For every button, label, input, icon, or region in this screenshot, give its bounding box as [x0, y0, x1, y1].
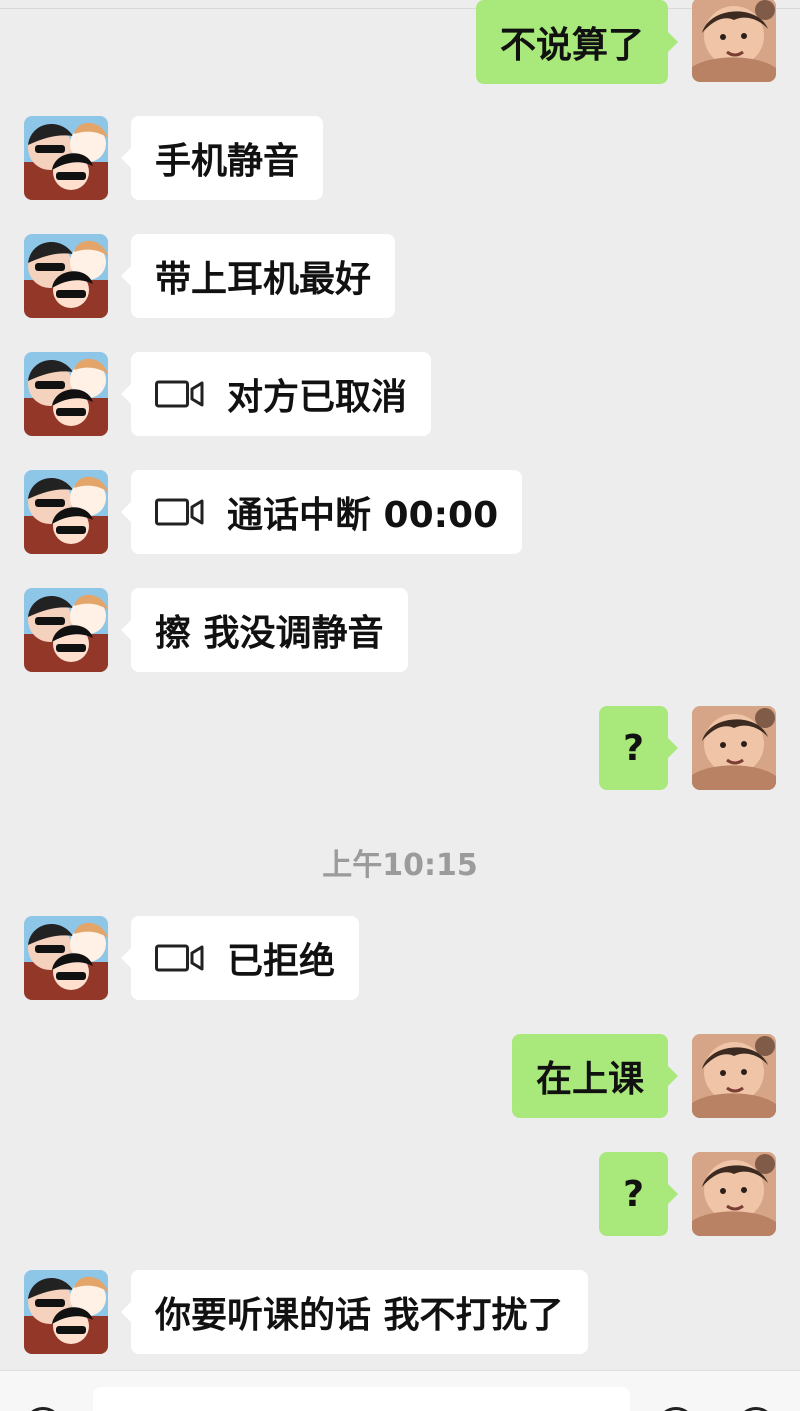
- timestamp-label: 上午10:15: [322, 848, 478, 883]
- message-row-outgoing: ?: [0, 706, 800, 790]
- outgoing-text-bubble[interactable]: ?: [599, 706, 678, 790]
- message-text: 通话中断 00:00: [227, 495, 499, 536]
- self-avatar-icon: [692, 0, 776, 82]
- incoming-text-bubble[interactable]: 手机静音: [120, 116, 324, 200]
- outgoing-text-bubble[interactable]: 在上课: [511, 1034, 679, 1118]
- contact-avatar-icon: [24, 234, 108, 318]
- chat-message-list[interactable]: 不说算了 手机静音 带上耳机最好 对方已取消 通话中断 00:00 擦 我没调静…: [0, 0, 800, 1370]
- self-avatar[interactable]: [692, 0, 776, 82]
- self-avatar-icon: [692, 706, 776, 790]
- message-text: 对方已取消: [227, 377, 408, 418]
- self-avatar[interactable]: [692, 1152, 776, 1236]
- message-row-incoming: 手机静音: [0, 116, 800, 200]
- video-camera-icon: [155, 944, 204, 972]
- contact-avatar-icon: [24, 116, 108, 200]
- contact-avatar[interactable]: [24, 352, 108, 436]
- video-call-bubble[interactable]: 通话中断 00:00: [120, 470, 523, 554]
- voice-icon[interactable]: [24, 1407, 62, 1411]
- message-text: 在上课: [535, 1059, 644, 1100]
- message-row-outgoing: 不说算了: [0, 0, 800, 84]
- self-avatar[interactable]: [692, 706, 776, 790]
- incoming-text-bubble[interactable]: 带上耳机最好: [120, 234, 396, 318]
- contact-avatar[interactable]: [24, 588, 108, 672]
- contact-avatar[interactable]: [24, 1270, 108, 1354]
- message-row-incoming-video: 已拒绝: [0, 916, 800, 1000]
- message-text: 带上耳机最好: [155, 259, 372, 300]
- message-text: 手机静音: [155, 141, 300, 182]
- contact-avatar-icon: [24, 588, 108, 672]
- plus-icon[interactable]: [737, 1407, 775, 1411]
- self-avatar[interactable]: [692, 1034, 776, 1118]
- message-row-outgoing: 在上课: [0, 1034, 800, 1118]
- message-text: 已拒绝: [227, 941, 336, 982]
- message-row-incoming: 擦 我没调静音: [0, 588, 800, 672]
- contact-avatar-icon: [24, 1270, 108, 1354]
- emoji-icon[interactable]: [657, 1407, 695, 1411]
- contact-avatar[interactable]: [24, 916, 108, 1000]
- video-call-bubble[interactable]: 对方已取消: [120, 352, 432, 436]
- message-text: 擦 我没调静音: [155, 613, 384, 654]
- message-text: ?: [623, 1173, 644, 1215]
- self-avatar-icon: [692, 1152, 776, 1236]
- outgoing-text-bubble[interactable]: 不说算了: [475, 0, 679, 84]
- video-call-bubble[interactable]: 已拒绝: [120, 916, 360, 1000]
- message-row-incoming-video: 对方已取消: [0, 352, 800, 436]
- contact-avatar-icon: [24, 352, 108, 436]
- contact-avatar-icon: [24, 916, 108, 1000]
- contact-avatar-icon: [24, 470, 108, 554]
- incoming-text-bubble[interactable]: 擦 我没调静音: [121, 588, 408, 672]
- message-row-incoming-video: 通话中断 00:00: [0, 470, 800, 554]
- self-avatar-icon: [692, 1034, 776, 1118]
- message-input[interactable]: [93, 1387, 630, 1411]
- video-camera-icon: [155, 380, 204, 408]
- message-row-incoming: 你要听课的话 我不打扰了: [0, 1270, 800, 1354]
- incoming-text-bubble[interactable]: 你要听课的话 我不打扰了: [121, 1270, 588, 1354]
- message-text: 你要听课的话 我不打扰了: [155, 1295, 564, 1336]
- video-camera-icon: [155, 498, 204, 526]
- message-input-bar: [0, 1370, 800, 1411]
- message-text: 不说算了: [499, 25, 644, 66]
- contact-avatar[interactable]: [24, 116, 108, 200]
- message-text: ?: [623, 727, 644, 769]
- outgoing-text-bubble[interactable]: ?: [599, 1152, 678, 1236]
- message-row-incoming: 带上耳机最好: [0, 234, 800, 318]
- contact-avatar[interactable]: [24, 234, 108, 318]
- contact-avatar[interactable]: [24, 470, 108, 554]
- message-row-outgoing: ?: [0, 1152, 800, 1236]
